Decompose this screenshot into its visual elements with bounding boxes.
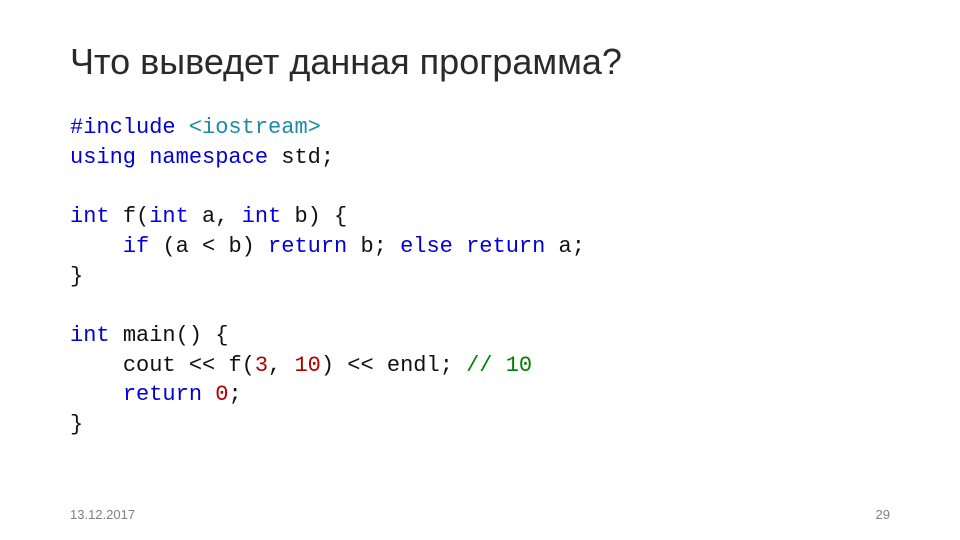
slide-title: Что выведет данная программа?	[70, 40, 890, 83]
brace-open: {	[202, 323, 228, 348]
sp	[347, 234, 360, 259]
comment-prefix: //	[466, 353, 492, 378]
paren-close: )	[242, 234, 255, 259]
sp	[149, 234, 162, 259]
kw-return: return	[268, 234, 347, 259]
brace-close: }	[70, 264, 83, 289]
sp	[281, 204, 294, 229]
kw-int: int	[242, 204, 282, 229]
sp	[110, 323, 123, 348]
sp	[387, 234, 400, 259]
kw-else: else	[400, 234, 453, 259]
paren-open: (	[136, 204, 149, 229]
brace-close: }	[70, 412, 83, 437]
sp	[202, 382, 215, 407]
footer-date: 13.12.2017	[70, 507, 135, 522]
kw-int: int	[149, 204, 189, 229]
paren-close: )	[308, 204, 321, 229]
kw-namespace: namespace	[149, 145, 268, 170]
op-ins: <<	[334, 353, 387, 378]
sp	[255, 234, 268, 259]
paren-close: )	[189, 323, 202, 348]
var-a: a	[176, 234, 189, 259]
sp	[136, 145, 149, 170]
sp	[453, 234, 466, 259]
fn-main: main	[123, 323, 176, 348]
kw-if: if	[123, 234, 149, 259]
lit-0: 0	[215, 382, 228, 407]
comment-body: 10	[493, 353, 533, 378]
param-b: b	[294, 204, 307, 229]
sp	[545, 234, 558, 259]
fn-f: f	[228, 353, 241, 378]
comma: ,	[215, 204, 241, 229]
comma: ,	[268, 353, 294, 378]
sp	[189, 204, 202, 229]
var-a: a	[559, 234, 572, 259]
code-block: #include <iostream> using namespace std;…	[70, 113, 890, 440]
sp	[110, 204, 123, 229]
sp	[453, 353, 466, 378]
kw-using: using	[70, 145, 136, 170]
ns-std: std	[281, 145, 321, 170]
lit-3: 3	[255, 353, 268, 378]
op-lt: <	[189, 234, 229, 259]
sp	[268, 145, 281, 170]
semi: ;	[228, 382, 241, 407]
semi: ;	[440, 353, 453, 378]
kw-return: return	[466, 234, 545, 259]
var-b: b	[228, 234, 241, 259]
id-endl: endl	[387, 353, 440, 378]
op-ins: <<	[176, 353, 229, 378]
paren-open: (	[242, 353, 255, 378]
kw-include: #include	[70, 115, 176, 140]
semi: ;	[572, 234, 585, 259]
kw-int: int	[70, 204, 110, 229]
lit-10: 10	[294, 353, 320, 378]
id-cout: cout	[123, 353, 176, 378]
paren-open: (	[162, 234, 175, 259]
brace-open: {	[321, 204, 347, 229]
slide-footer: 13.12.2017 29	[70, 507, 890, 522]
paren-open: (	[176, 323, 189, 348]
fn-f: f	[123, 204, 136, 229]
slide: Что выведет данная программа? #include <…	[0, 0, 960, 540]
semi: ;	[321, 145, 334, 170]
kw-return: return	[123, 382, 202, 407]
semi: ;	[374, 234, 387, 259]
footer-page-number: 29	[876, 507, 890, 522]
var-b: b	[360, 234, 373, 259]
hdr-iostream: <iostream>	[176, 115, 321, 140]
param-a: a	[202, 204, 215, 229]
paren-close: )	[321, 353, 334, 378]
kw-int: int	[70, 323, 110, 348]
